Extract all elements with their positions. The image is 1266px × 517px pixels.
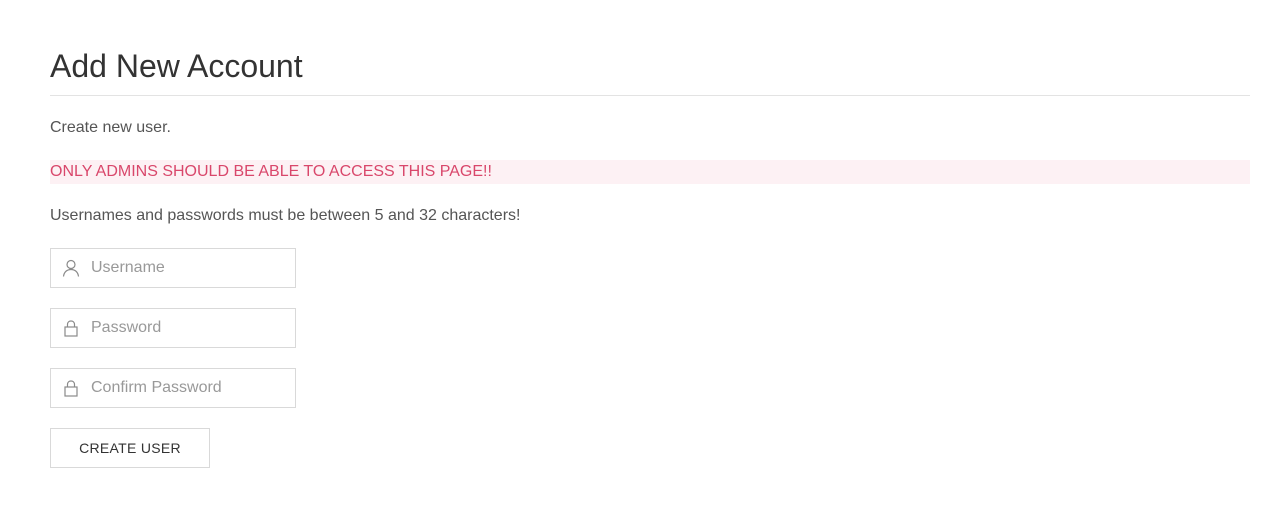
add-account-page: Add New Account Create new user. ONLY AD… bbox=[0, 0, 1266, 517]
title-divider bbox=[50, 95, 1250, 96]
lock-icon bbox=[64, 320, 78, 337]
confirm-password-field[interactable] bbox=[50, 368, 296, 408]
password-field[interactable] bbox=[50, 308, 296, 348]
confirm-password-input[interactable] bbox=[91, 369, 291, 407]
intro-text: Create new user. bbox=[50, 119, 171, 136]
lock-icon bbox=[64, 380, 78, 397]
credential-rules-text: Usernames and passwords must be between … bbox=[50, 207, 521, 224]
username-input[interactable] bbox=[91, 249, 291, 287]
password-input[interactable] bbox=[91, 309, 291, 347]
create-user-button[interactable]: CREATE USER bbox=[50, 428, 210, 468]
username-field[interactable] bbox=[50, 248, 296, 288]
page-title: Add New Account bbox=[50, 48, 303, 84]
admin-warning-banner: ONLY ADMINS SHOULD BE ABLE TO ACCESS THI… bbox=[50, 160, 1250, 184]
user-icon bbox=[62, 259, 80, 277]
